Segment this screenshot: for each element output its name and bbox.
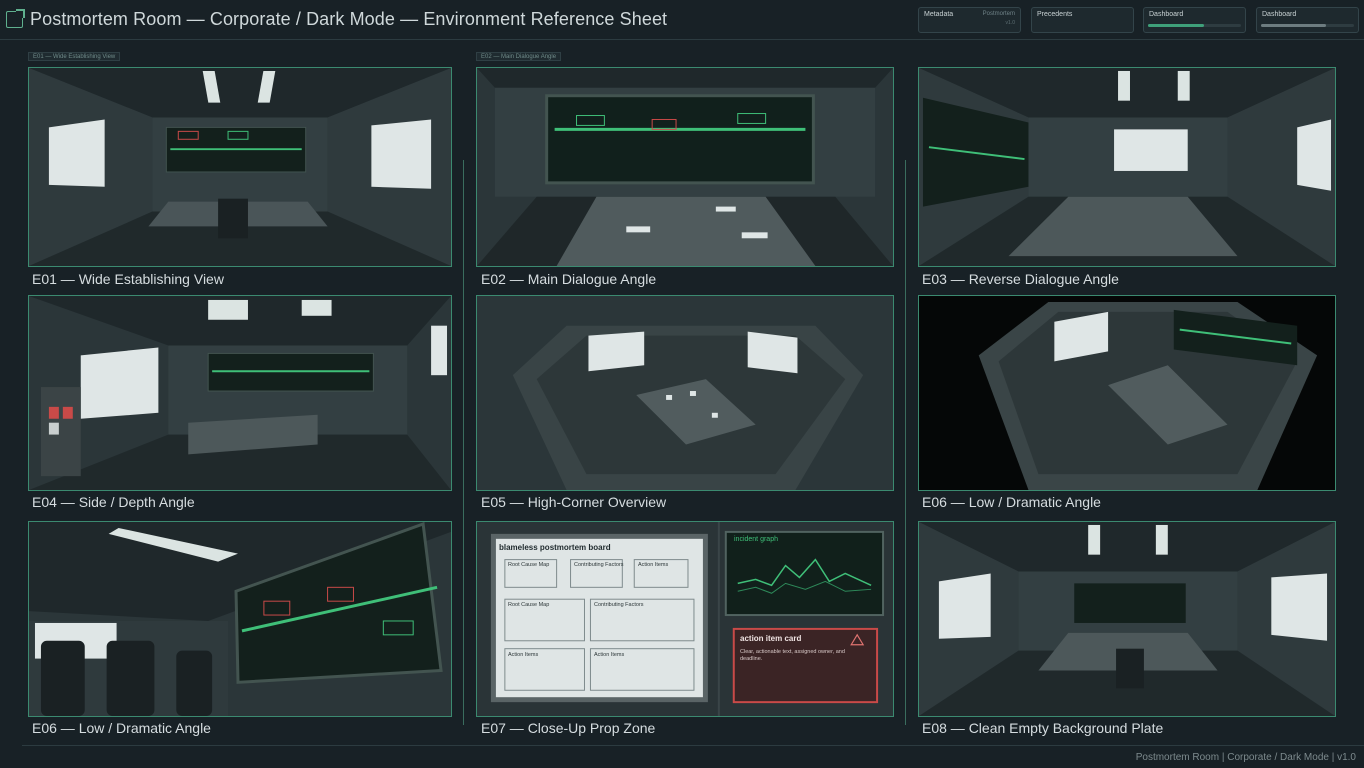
caption-e06-alt: E06 — Low / Dramatic Angle bbox=[32, 720, 211, 736]
caption-e06: E06 — Low / Dramatic Angle bbox=[922, 494, 1101, 510]
board-box-label: Root Cause Map bbox=[508, 602, 550, 608]
room-scene bbox=[477, 68, 893, 266]
panel-e06[interactable] bbox=[918, 295, 1336, 491]
dashboard-chip-2[interactable]: Dashboard bbox=[1256, 7, 1359, 33]
panel-e02[interactable] bbox=[476, 67, 894, 267]
card-title: action item card bbox=[740, 634, 802, 643]
section-tag-left: E01 — Wide Establishing View bbox=[28, 52, 121, 61]
caption-e03: E03 — Reverse Dialogue Angle bbox=[922, 271, 1119, 287]
dashboard-progress bbox=[1148, 24, 1241, 27]
board-box-label: Contributing Factors bbox=[594, 602, 644, 608]
chip-right: Postmortem bbox=[982, 11, 1015, 17]
room-scene bbox=[29, 522, 451, 716]
caption-e04: E04 — Side / Depth Angle bbox=[32, 494, 195, 510]
panel-e06-alt[interactable] bbox=[28, 521, 452, 717]
panel-e05[interactable] bbox=[476, 295, 894, 491]
footer-divider bbox=[22, 745, 1364, 746]
room-scene bbox=[919, 522, 1335, 716]
divider bbox=[905, 160, 906, 725]
board-box-label: Root Cause Map bbox=[508, 562, 550, 568]
chip-label: Precedents bbox=[1037, 11, 1073, 18]
board-box-label: Action Items bbox=[594, 652, 625, 658]
panel-e04[interactable] bbox=[28, 295, 452, 491]
panel-e01[interactable] bbox=[28, 67, 452, 267]
panel-e03[interactable] bbox=[918, 67, 1336, 267]
room-scene bbox=[477, 296, 893, 490]
metadata-chip[interactable]: Metadata Postmortem v1.0 bbox=[918, 7, 1021, 33]
footer-text: Postmortem Room | Corporate / Dark Mode … bbox=[1135, 752, 1356, 763]
room-scene bbox=[919, 296, 1335, 490]
chip-label: Dashboard bbox=[1149, 11, 1184, 18]
panel-e08[interactable] bbox=[918, 521, 1336, 717]
graph-title: incident graph bbox=[734, 536, 778, 543]
page-title: Postmortem Room — Corporate / Dark Mode … bbox=[30, 9, 668, 29]
board-box-label: Action Items bbox=[508, 652, 539, 658]
chip-version: v1.0 bbox=[1005, 20, 1015, 26]
caption-e01: E01 — Wide Establishing View bbox=[32, 271, 224, 287]
dashboard-chip[interactable]: Dashboard bbox=[1143, 7, 1246, 33]
caption-e05: E05 — High-Corner Overview bbox=[481, 494, 667, 510]
precedents-chip[interactable]: Precedents bbox=[1031, 7, 1134, 33]
divider bbox=[463, 160, 464, 725]
dashboard-progress bbox=[1261, 24, 1354, 27]
section-tag-middle: E02 — Main Dialogue Angle bbox=[476, 52, 562, 61]
board-box-label: Action Items bbox=[638, 562, 669, 568]
card-text: Clear, actionable text, assigned owner, … bbox=[740, 649, 845, 662]
room-scene bbox=[919, 68, 1335, 266]
export-icon bbox=[6, 9, 25, 28]
room-scene bbox=[29, 296, 451, 490]
chip-label: Dashboard bbox=[1262, 11, 1297, 18]
board-box-label: Contributing Factors bbox=[574, 562, 624, 568]
caption-e07: E07 — Close-Up Prop Zone bbox=[481, 720, 656, 736]
header: Postmortem Room — Corporate / Dark Mode … bbox=[0, 0, 1364, 40]
caption-e02: E02 — Main Dialogue Angle bbox=[481, 271, 657, 287]
board-title: blameless postmortem board bbox=[499, 543, 611, 552]
room-scene bbox=[29, 68, 451, 266]
caption-e08: E08 — Clean Empty Background Plate bbox=[922, 720, 1164, 736]
panel-e07[interactable]: blameless postmortem board Root Cause Ma… bbox=[476, 521, 894, 717]
